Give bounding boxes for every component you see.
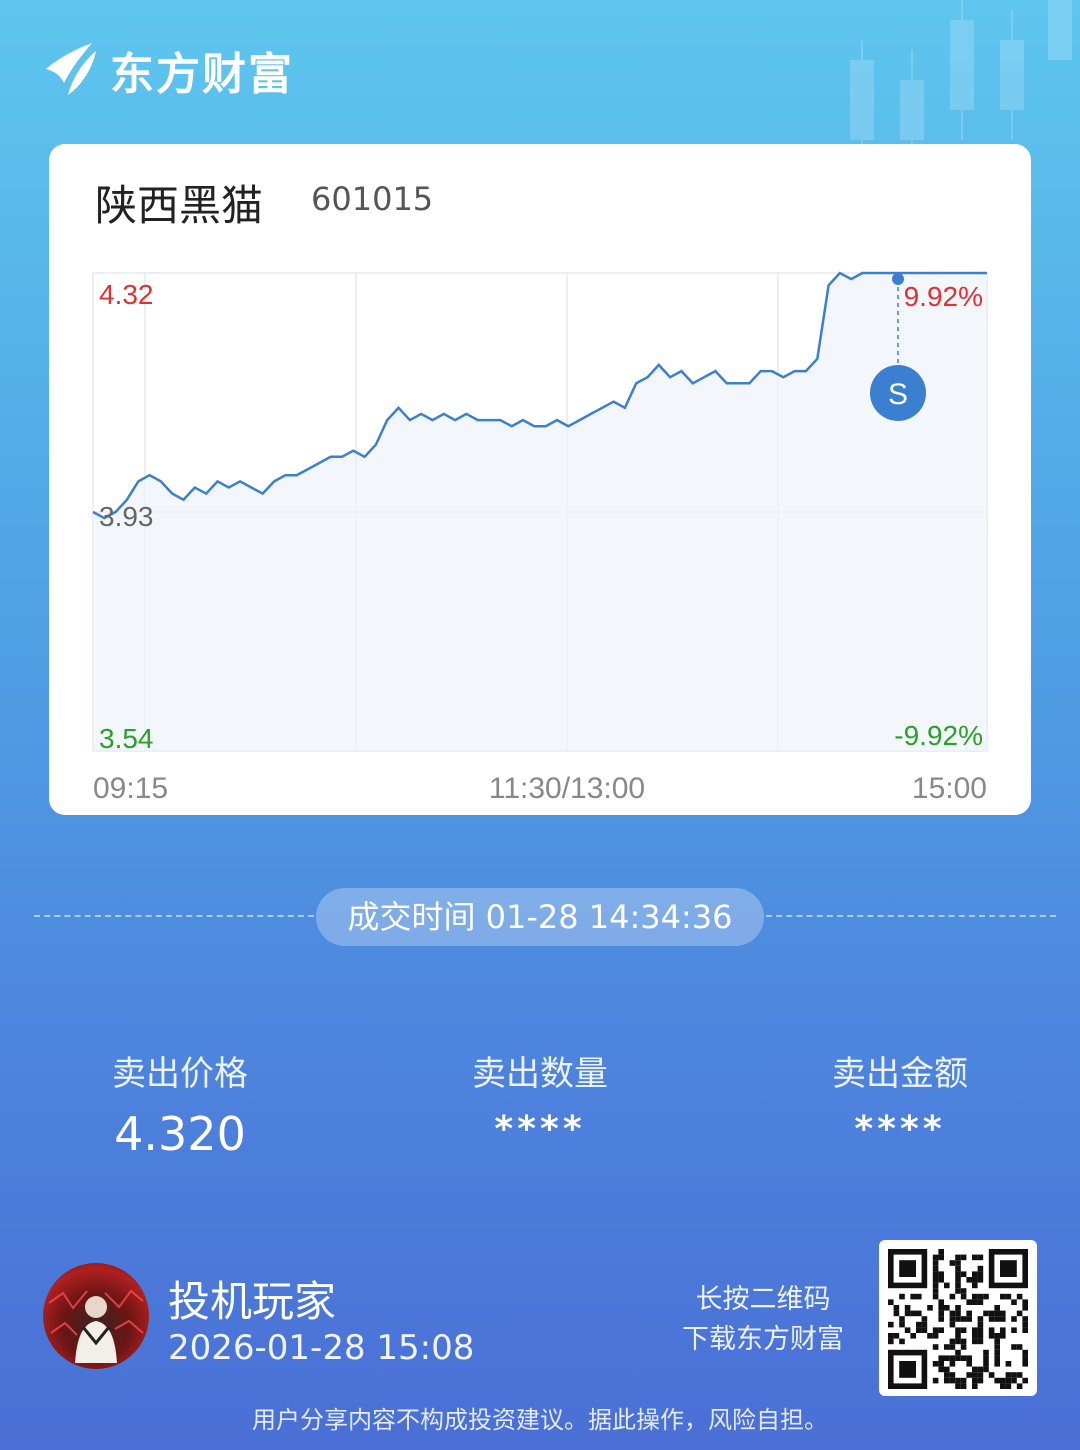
stat-label: 卖出价格 [112, 1054, 248, 1094]
stat-sell-price: 卖出价格 4.320 [50, 1046, 310, 1161]
pct-label-min: -9.92% [894, 720, 983, 751]
qr-code-pattern [888, 1249, 1028, 1389]
y-label-max: 4.32 [99, 279, 154, 310]
stat-label: 卖出金额 [832, 1054, 968, 1094]
share-time: 2026-01-28 15:08 [168, 1328, 475, 1368]
disclaimer: 用户分享内容不构成投资建议。据此操作，风险自担。 [252, 1406, 828, 1434]
divider-right [766, 915, 1056, 917]
trade-time-pill: 成交时间 01-28 14:34:36 [316, 888, 764, 946]
brand-name: 东方财富 [110, 49, 294, 100]
stat-value-masked: **** [494, 1109, 586, 1150]
stat-sell-amount: 卖出金额 **** [770, 1046, 1030, 1150]
stat-value: 4.320 [114, 1107, 246, 1161]
qr-hint: 长按二维码 下载东方财富 [660, 1280, 866, 1360]
x-label-end: 15:00 [912, 772, 987, 805]
x-label-mid: 11:30/13:00 [489, 772, 645, 805]
stat-value-masked: **** [854, 1109, 946, 1150]
username: 投机玩家 [168, 1277, 337, 1326]
price-area-fill [93, 273, 987, 751]
stat-label: 卖出数量 [472, 1054, 608, 1094]
brand-header: 东方财富 [42, 38, 294, 102]
avatar-image[interactable] [43, 1263, 149, 1369]
avatar-illustration [48, 1289, 144, 1363]
qr-hint-line2: 下载东方财富 [682, 1324, 844, 1355]
stat-sell-quantity: 卖出数量 **** [410, 1046, 670, 1150]
y-label-min: 3.54 [99, 723, 154, 754]
sell-point-dot [892, 273, 904, 285]
qr-hint-line1: 长按二维码 [695, 1284, 831, 1315]
sell-marker-label: S [888, 378, 908, 411]
y-label-mid: 3.93 [99, 501, 154, 532]
pct-label-max: 9.92% [904, 281, 983, 312]
stock-chart-card: 陕西黑猫 601015 4.32 3.93 3.54 9.92% -9.92% … [49, 144, 1031, 815]
intraday-chart: 4.32 3.93 3.54 9.92% -9.92% S 09:15 11:3… [92, 271, 988, 805]
qr-code-icon[interactable] [879, 1240, 1037, 1396]
eastmoney-logo-icon [46, 43, 96, 95]
divider-left [34, 915, 314, 917]
x-label-start: 09:15 [93, 772, 168, 805]
